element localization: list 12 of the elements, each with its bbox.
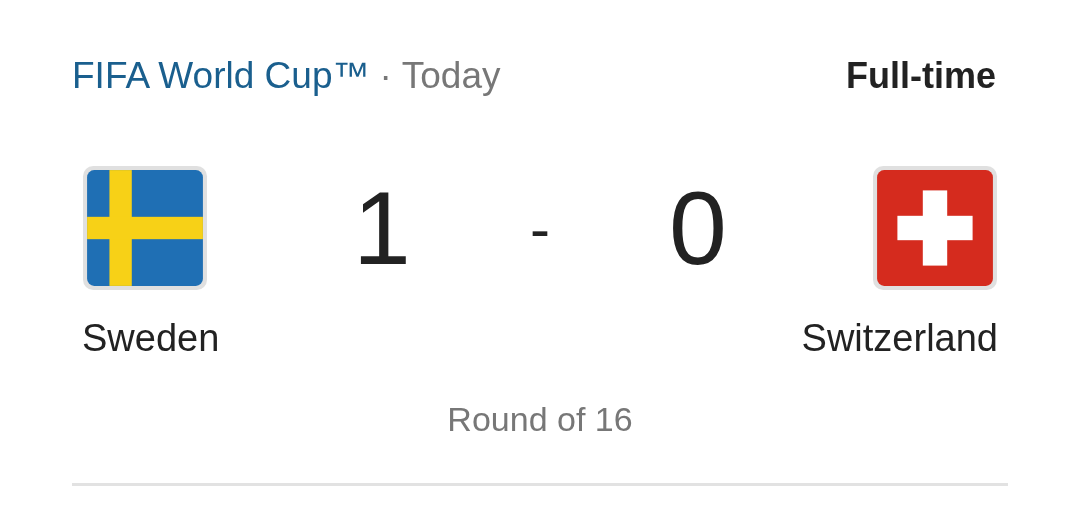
flag-icon	[82, 165, 208, 291]
flag-icon	[872, 165, 998, 291]
away-score: 0	[668, 168, 728, 288]
home-score: 1	[352, 168, 412, 288]
separator-dot: ·	[379, 55, 392, 97]
competition-link[interactable]: FIFA World Cup™	[72, 55, 370, 97]
match-date: Today	[401, 55, 501, 97]
team-name: Switzerland	[801, 317, 998, 360]
round-label: Round of 16	[446, 400, 634, 439]
score-separator: -	[529, 193, 551, 263]
match-status: Full-time	[846, 55, 996, 97]
team-name: Sweden	[82, 317, 220, 360]
